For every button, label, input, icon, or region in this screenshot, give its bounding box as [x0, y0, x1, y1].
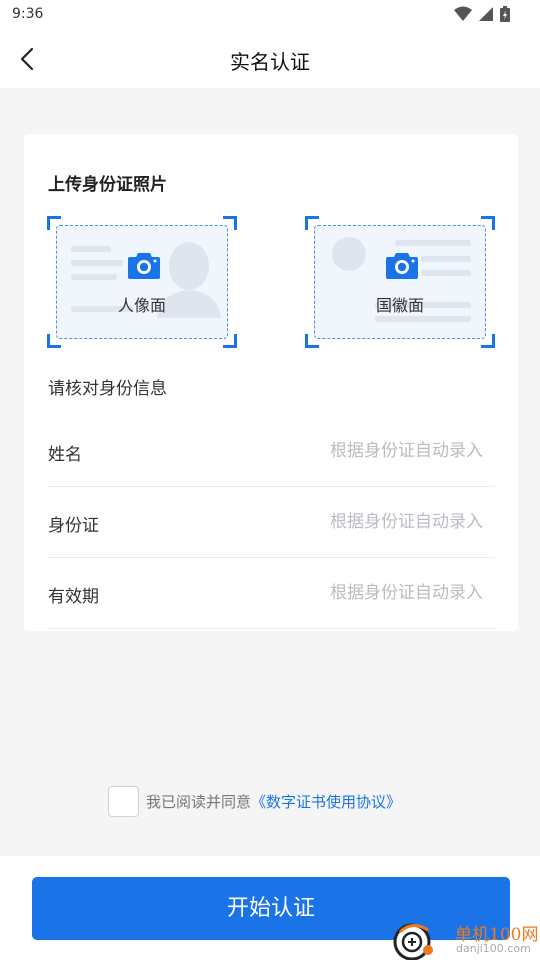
- validity-label: 有效期: [48, 587, 99, 607]
- id-number-input[interactable]: [233, 507, 483, 537]
- agreement-checkbox[interactable]: [108, 786, 139, 817]
- status-bar: 9:36: [0, 0, 540, 30]
- battery-icon: [500, 6, 510, 22]
- watermark-url: danji100.com: [456, 942, 531, 955]
- camera-icon: [386, 253, 418, 279]
- id-front-label: 人像面: [117, 296, 166, 315]
- wifi-icon: [454, 6, 472, 21]
- watermark: 单机100网 danji100.com: [392, 914, 540, 960]
- id-verification-card: 上传身份证照片 人像面 国徽面 请核对身份信息 姓名 根据身份证自动录入 身份证…: [24, 134, 518, 631]
- verify-section-title: 请核对身份信息: [48, 379, 167, 399]
- page-title: 实名认证: [230, 50, 310, 74]
- id-number-label: 身份证: [48, 516, 99, 536]
- agreement-row: 我已阅读并同意 《数字证书使用协议》: [108, 786, 401, 817]
- upload-back-button[interactable]: 国徽面: [305, 216, 495, 348]
- validity-row: 有效期: [48, 558, 495, 629]
- upload-section-title: 上传身份证照片: [48, 175, 167, 195]
- upload-front-button[interactable]: 人像面: [47, 216, 237, 348]
- id-back-illustration: [332, 237, 471, 322]
- status-icons: [454, 6, 510, 22]
- agreement-text: 我已阅读并同意: [146, 793, 252, 811]
- nav-bar: 实名认证: [0, 30, 540, 88]
- validity-input[interactable]: [233, 578, 483, 608]
- name-row: 姓名: [48, 416, 495, 487]
- id-front-placeholder: 人像面: [56, 225, 228, 339]
- camera-icon: [128, 253, 160, 279]
- id-back-label: 国徽面: [375, 296, 424, 315]
- agreement-link[interactable]: 《数字证书使用协议》: [251, 791, 401, 812]
- signal-icon: [479, 7, 493, 21]
- watermark-logo-icon: [393, 923, 433, 960]
- id-front-illustration: [71, 242, 221, 318]
- id-back-placeholder: 国徽面: [314, 225, 486, 339]
- status-time: 9:36: [12, 6, 44, 22]
- id-number-row: 身份证: [48, 487, 495, 558]
- name-input[interactable]: [233, 436, 483, 466]
- name-label: 姓名: [48, 445, 82, 465]
